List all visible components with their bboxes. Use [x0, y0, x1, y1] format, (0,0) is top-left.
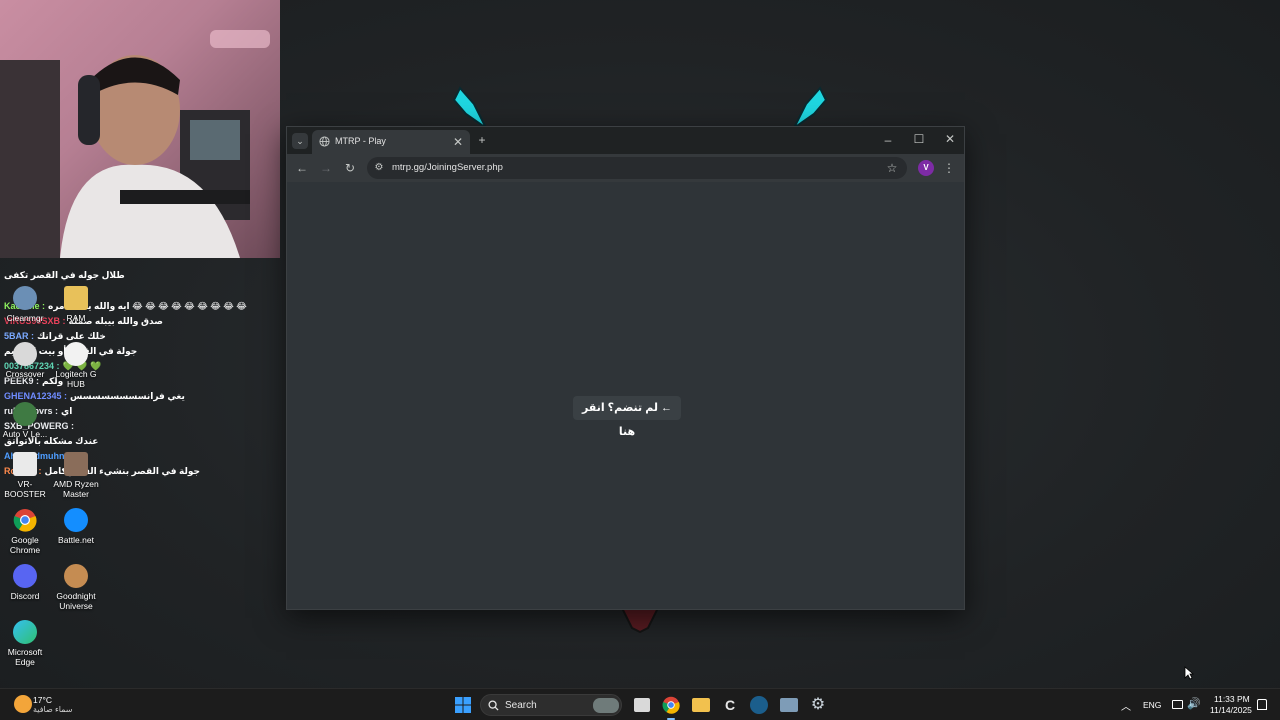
- desktop-icon-auto[interactable]: Auto V Le...: [0, 402, 50, 439]
- bookmark-star-icon[interactable]: ☆: [885, 161, 899, 175]
- search-label: Search: [505, 700, 537, 711]
- wallpaper-emblem: [620, 607, 660, 634]
- site-info-icon[interactable]: ⚙: [373, 161, 385, 175]
- network-icon[interactable]: [1172, 700, 1183, 709]
- browser-window: ⌄ MTRP - Play ✕ + – ☐ ✕ ← → ↻ ⚙ mtrp.gg/…: [286, 126, 965, 610]
- tab-search-button[interactable]: ⌄: [292, 133, 308, 149]
- desktop-icon-discord[interactable]: Discord: [0, 564, 50, 601]
- task-view-icon[interactable]: [634, 698, 650, 712]
- chrome-icon: [13, 509, 37, 532]
- goodnight-universe-icon: [64, 564, 88, 588]
- folder-icon: [64, 286, 88, 310]
- chat-line: 5BAR : خلك على قرانك: [4, 331, 106, 341]
- desktop-icon-goodnight[interactable]: Goodnight Universe: [51, 564, 101, 611]
- taskbar-chrome-icon[interactable]: [662, 696, 680, 714]
- desktop-icon-battlenet[interactable]: Battle.net: [51, 508, 101, 545]
- back-arrow-icon[interactable]: ←: [295, 161, 309, 175]
- desktop-icon-crossover[interactable]: Crossover: [0, 342, 50, 379]
- weather-temperature: 17°C: [33, 695, 52, 705]
- steam-icon[interactable]: [750, 696, 768, 714]
- tab-strip: ⌄ MTRP - Play ✕ + – ☐ ✕: [287, 127, 964, 154]
- clock-time[interactable]: 11:33 PM: [1214, 694, 1250, 704]
- close-window-button[interactable]: ✕: [943, 132, 957, 146]
- desktop-icon-ram[interactable]: RAM: [51, 286, 101, 323]
- chat-line: GHENA12345 : يغي فرانسسسسسسسس: [4, 391, 185, 401]
- wallpaper-crystal-right: [793, 86, 828, 129]
- maximize-button[interactable]: ☐: [912, 132, 926, 146]
- profile-avatar[interactable]: V: [918, 160, 934, 176]
- settings-gear-icon[interactable]: ⚙: [809, 696, 827, 714]
- mouse-cursor-icon: [1184, 666, 1194, 680]
- cleanmgr-icon: [13, 286, 37, 310]
- notification-icon[interactable]: [1257, 699, 1267, 710]
- weather-widget[interactable]: 17°C سماء صافية: [8, 689, 78, 720]
- desktop-icon-vr-booster[interactable]: VR-BOOSTER: [0, 452, 50, 499]
- volume-icon[interactable]: 🔊: [1187, 697, 1201, 710]
- desktop-icon-amd[interactable]: AMD Ryzen Master: [51, 452, 101, 499]
- globe-icon: [319, 136, 330, 147]
- windows-start-icon[interactable]: [454, 696, 472, 714]
- browser-toolbar: ← → ↻ ⚙ mtrp.gg/JoiningServer.php ☆ V ⋮: [287, 154, 964, 182]
- weather-description: سماء صافية: [33, 705, 73, 714]
- desktop-icon-edge[interactable]: Microsoft Edge: [0, 620, 50, 667]
- app-c-icon[interactable]: C: [721, 696, 739, 714]
- join-link-text: لم تنضم؟ انقر هنا: [581, 402, 658, 438]
- auto-icon: [13, 402, 37, 426]
- join-server-link[interactable]: ← لم تنضم؟ انقر هنا: [573, 396, 681, 438]
- moon-weather-icon: [14, 695, 32, 713]
- webcam-feed: [0, 0, 280, 258]
- streamer-silhouette: [0, 30, 270, 258]
- arrow-left-icon: ←: [657, 402, 673, 414]
- wallpaper-crystal-left: [452, 86, 487, 129]
- search-highlight-icon: [593, 698, 619, 713]
- amd-icon: [64, 452, 88, 476]
- discord-icon: [13, 564, 37, 588]
- desktop-icon-chrome[interactable]: Google Chrome: [0, 508, 50, 555]
- address-bar[interactable]: ⚙ mtrp.gg/JoiningServer.php ☆: [367, 157, 907, 179]
- taskbar: 17°C سماء صافية Search C ⚙ ︿ ENG 🔊 11:33…: [0, 688, 1280, 720]
- file-explorer-icon[interactable]: [692, 698, 710, 712]
- tab-title: MTRP - Play: [335, 136, 386, 146]
- minimize-button[interactable]: –: [881, 133, 895, 147]
- address-url: mtrp.gg/JoiningServer.php: [392, 162, 503, 173]
- crossover-icon: [13, 342, 37, 366]
- close-tab-icon[interactable]: ✕: [452, 135, 464, 149]
- desktop-icon-logitech[interactable]: Logitech G HUB: [51, 342, 101, 389]
- taskbar-search[interactable]: Search: [480, 694, 622, 716]
- logitech-icon: [64, 342, 88, 366]
- reload-icon[interactable]: ↻: [343, 161, 357, 175]
- tab-mtrp-play[interactable]: MTRP - Play ✕: [312, 130, 470, 154]
- show-hidden-icons-chevron[interactable]: ︿: [1121, 698, 1131, 713]
- new-tab-button[interactable]: +: [475, 133, 489, 147]
- forward-arrow-icon[interactable]: →: [319, 161, 333, 175]
- clock-date[interactable]: 11/14/2025: [1210, 705, 1252, 715]
- chat-line: طلال جوله في القصر تكفى: [4, 270, 125, 280]
- task-manager-icon[interactable]: [780, 698, 798, 712]
- search-icon: [488, 700, 499, 711]
- desktop-icon-cleanmgr[interactable]: Cleanmgr: [0, 286, 50, 323]
- more-menu-icon[interactable]: ⋮: [943, 161, 955, 175]
- edge-icon: [13, 620, 37, 644]
- vr-booster-icon: [13, 452, 37, 476]
- language-indicator[interactable]: ENG: [1143, 700, 1161, 710]
- battlenet-icon: [64, 508, 88, 532]
